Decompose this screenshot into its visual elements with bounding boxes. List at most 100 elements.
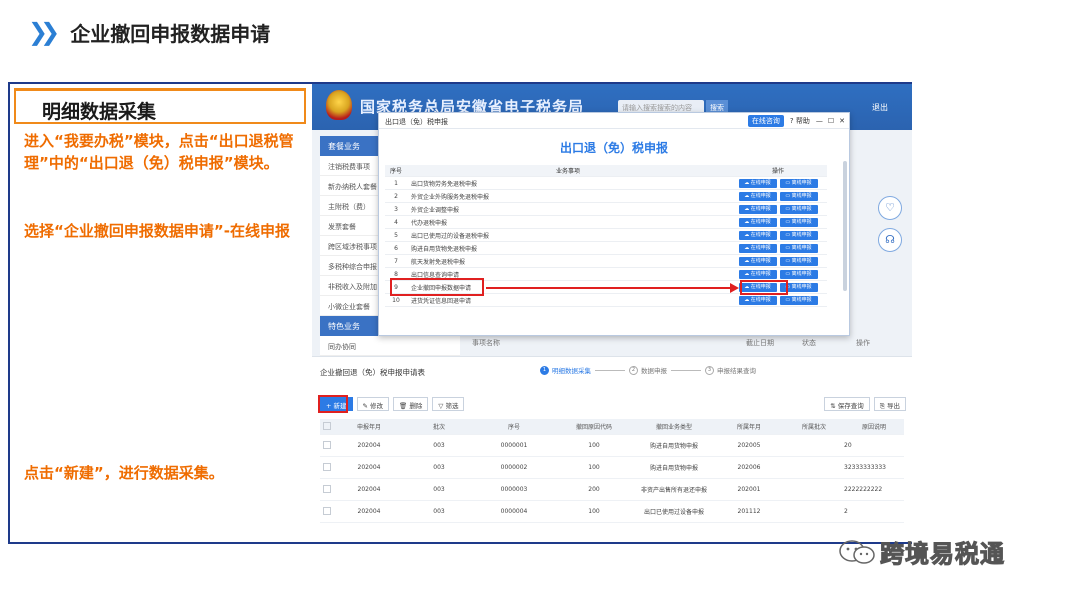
online-declare-button[interactable]: ☁ 在线申报 [738,243,777,253]
table-cell: 20 [844,442,852,449]
table-cell: 2 [844,508,848,515]
online-declare-button[interactable]: ☁ 在线申报 [738,178,777,188]
select-all-checkbox[interactable] [323,421,331,430]
online-declare-button[interactable]: ☁ 在线申报 [738,217,777,227]
offline-declare-button[interactable]: ▭ 离线申报 [779,256,818,266]
save-query-button[interactable]: ⇅ 保存查询 [824,397,870,411]
portal-exit-link[interactable]: 退出 [872,102,888,113]
minimize-icon[interactable]: — [816,117,823,125]
table-cell: 0000004 [500,508,528,515]
app-screenshot: 国家税务总局安徽省电子税务局 请输入搜索搜索的内容 搜索 退出 套餐业务 注销税… [312,84,912,542]
column-header: 序号 [507,424,520,431]
export-button[interactable]: ⎘ 导出 [873,397,906,411]
offline-declare-button[interactable]: ▭ 离线申报 [779,243,818,253]
table-cell: 202004 [357,464,381,471]
edit-button[interactable]: ✎ 修改 [356,397,390,411]
offline-declare-button[interactable]: ▭ 离线申报 [779,217,818,227]
modal-scrollbar[interactable] [843,161,847,291]
column-header: 申报年月 [356,424,381,431]
table-cell: 100 [588,442,600,449]
online-consult-button[interactable]: 在线咨询 [747,115,784,127]
row-number: 3 [394,205,398,213]
help-link[interactable]: ? 帮助 [790,116,810,126]
step-2-icon: 2 [629,365,638,375]
table-cell: 购进自用货物申报 [649,443,698,450]
table-cell: 100 [588,508,600,515]
row-checkbox[interactable] [323,484,331,493]
table-cell: 2222222222 [844,486,883,493]
consult-heart-icon[interactable]: ♡ [878,196,902,220]
content-frame: 明细数据采集 进入“我要办税”模块，点击“出口退税管理”中的“出口退（免）税申报… [8,82,912,544]
sidebar-item[interactable]: 同办协同 [320,336,460,356]
close-icon[interactable]: ✕ [839,117,845,125]
offline-declare-button[interactable]: ▭ 离线申报 [779,269,818,279]
column-header: 原因说明 [861,424,886,431]
row-checkbox[interactable] [323,462,331,471]
online-declare-button[interactable]: ☁ 在线申报 [738,256,777,266]
table-cell: 202004 [357,508,381,515]
offline-declare-button[interactable]: ▭ 离线申报 [779,204,818,214]
table-cell: 202004 [357,442,381,449]
filter-button[interactable]: ▽ 筛选 [432,397,465,411]
table-row: 3 外贸企业调整申报 ☁ 在线申报 ▭ 离线申报 [385,203,827,216]
step-1-icon: 1 [540,365,549,375]
row-checkbox[interactable] [323,506,331,515]
row-name: 外贸企业外购服务免退税申报 [411,193,490,201]
table-cell: 003 [433,486,445,493]
online-declare-button[interactable]: ☁ 在线申报 [738,230,777,240]
panel-title: 企业撤回退（免）税申报申请表 [320,368,425,377]
withdraw-application-panel: 企业撤回退（免）税申报申请表 1 明细数据采集 2 数据申报 3 申报结果查询 … [312,356,912,542]
table-header: 申报年月 批次 序号 撤回原因代码 撤回业务类型 所属年月 所属批次 原因说明 [320,419,904,435]
watermark-text: 跨境易税通 [880,540,1005,569]
slide-header: ❯❯ 企业撤回申报数据申请 [28,14,270,50]
tax-declaration-modal: 出口退（免）税申报 在线咨询 ? 帮助 — ☐ ✕ 出口退（免）税申报 序号 业… [378,112,850,336]
slide-title: 企业撤回申报数据申请 [70,21,271,46]
table-cell: 购进自用货物申报 [649,465,698,472]
section-title: 明细数据采集 [42,101,157,123]
table-cell: 0000001 [500,442,528,449]
row-number: 8 [394,270,398,278]
table-row: 4 代办退税申报 ☁ 在线申报 ▭ 离线申报 [385,216,827,229]
table-cell: 003 [433,442,445,449]
offline-declare-button[interactable]: ▭ 离线申报 [779,191,818,201]
row-checkbox[interactable] [323,440,331,449]
row-name: 航天发射免退税申报 [411,258,466,266]
table-cell: 202006 [737,464,761,471]
step-indicator: 1 明细数据采集 2 数据申报 3 申报结果查询 [540,365,756,375]
table-header: 序号 业务事项 操作 [385,165,827,177]
instruction-step-3: 点击“新建”，进行数据采集。 [24,464,224,482]
table-cell: 003 [433,464,445,471]
offline-declare-button[interactable]: ▭ 离线申报 [779,230,818,240]
offline-declare-button[interactable]: ▭ 离线申报 [779,295,818,305]
instruction-step-1: 进入“我要办税”模块，点击“出口退税管理”中的“出口退（免）税申报”模块。 [24,132,294,172]
table-row: 6 购进自用货物免退税申报 ☁ 在线申报 ▭ 离线申报 [385,242,827,255]
column-header: 撤回原因代码 [575,424,612,431]
table-row[interactable]: 202004 003 0000001 100 购进自用货物申报 202005 20 [320,435,904,457]
table-cell: 100 [588,464,600,471]
delete-button[interactable]: 🗑 删除 [393,397,429,411]
arrow-line [486,287,732,289]
online-declare-button[interactable]: ☁ 在线申报 [738,295,777,305]
offline-declare-button[interactable]: ▭ 离线申报 [779,178,818,188]
table-row[interactable]: 202004 003 0000004 100 出口已使用过设备申报 201112 2 [320,501,904,523]
highlight-row-9 [390,278,484,296]
table-row: 2 外贸企业外购服务免退税申报 ☁ 在线申报 ▭ 离线申报 [385,190,827,203]
table-row[interactable]: 202004 003 0000003 200 非资产出售所有退还申报 202001 2222… [320,479,904,501]
arrow-head-icon [730,283,739,293]
watermark: 跨境易税通 [838,534,1005,569]
online-declare-button[interactable]: ☁ 在线申报 [738,191,777,201]
table-cell: 003 [433,508,445,515]
instruction-step-2: 选择“企业撤回申报数据申请”-在线申报 [24,222,290,240]
table-cell: 202004 [357,486,381,493]
column-header: 所属年月 [736,424,761,431]
maximize-icon[interactable]: ☐ [828,117,834,125]
national-emblem-icon [326,90,352,120]
online-declare-button[interactable]: ☁ 在线申报 [738,269,777,279]
online-declare-button[interactable]: ☁ 在线申报 [738,204,777,214]
headset-icon[interactable]: ☊ [878,228,902,252]
table-cell: 202001 [737,486,761,493]
column-header: 批次 [432,424,445,431]
table-cell: 202005 [737,442,761,449]
table-row[interactable]: 202004 003 0000002 100 购进自用货物申报 202006 3233333… [320,457,904,479]
table-cell: 非资产出售所有退还申报 [640,487,707,494]
